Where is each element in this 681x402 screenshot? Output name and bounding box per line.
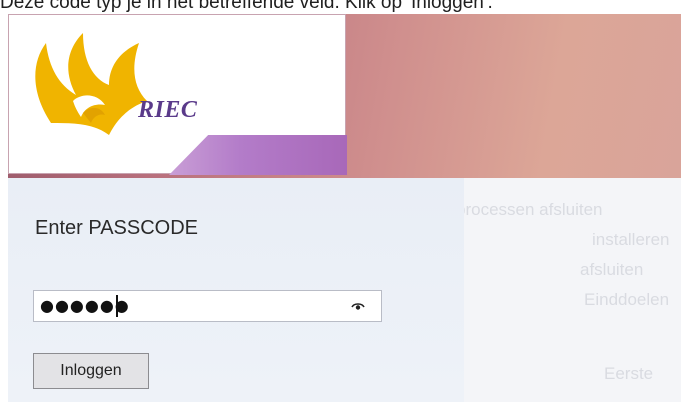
logo-panel: RIEC <box>8 14 347 175</box>
header-banner: RIEC <box>8 14 681 178</box>
background-text-line: Eerste <box>604 364 654 383</box>
eagle-logo-icon <box>35 33 147 135</box>
logo-text: RIEC <box>138 97 198 123</box>
background-text-line: processen afsluiten <box>464 200 603 219</box>
passcode-field[interactable]: ●●●●●● <box>33 290 382 322</box>
top-caption: Deze code typ je in het betreffende veld… <box>0 0 493 13</box>
login-button[interactable]: Inloggen <box>33 353 149 389</box>
background-panel: processen afsluiten installeren afsluite… <box>464 178 681 402</box>
purple-band <box>169 135 347 175</box>
text-caret <box>116 295 118 317</box>
background-text-line: installeren <box>592 230 670 249</box>
passcode-title: Enter PASSCODE <box>35 217 199 239</box>
background-text-line: Einddoelen <box>584 290 670 309</box>
eye-icon[interactable] <box>351 301 365 311</box>
background-text-line: afsluiten <box>580 260 644 279</box>
